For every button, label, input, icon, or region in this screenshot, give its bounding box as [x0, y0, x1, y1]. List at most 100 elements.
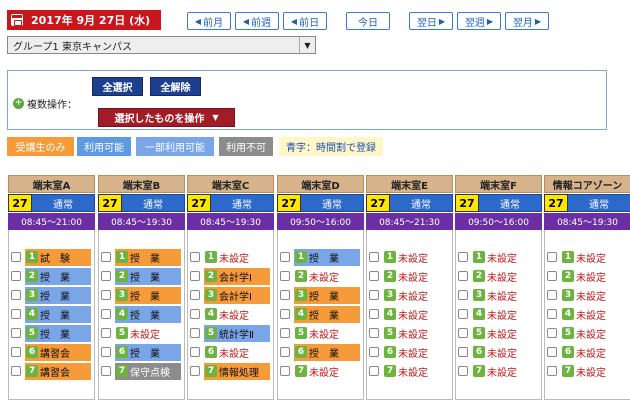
slot-entry[interactable]: 3授 業 [25, 286, 91, 304]
slot-checkbox[interactable] [11, 252, 21, 262]
deselect-all-button[interactable]: 全解除 [150, 77, 201, 96]
slot-entry[interactable]: 2 未設定 [472, 268, 521, 285]
slot-checkbox[interactable] [547, 347, 557, 357]
slot-entry[interactable]: 3授 業 [294, 286, 360, 304]
slot-checkbox[interactable] [280, 252, 290, 262]
room-name[interactable]: 端末室B [98, 175, 185, 193]
slot-checkbox[interactable] [190, 328, 200, 338]
slot-checkbox[interactable] [458, 271, 468, 281]
next-day-button[interactable]: 翌日 ▶ [409, 12, 453, 30]
slot-entry[interactable]: 5 未設定 [561, 325, 610, 342]
slot-entry[interactable]: 7 未設定 [383, 363, 432, 380]
slot-entry[interactable]: 6 講習会 [25, 343, 91, 361]
room-type[interactable]: 通常 [211, 194, 274, 212]
slot-checkbox[interactable] [190, 366, 200, 376]
slot-checkbox[interactable] [190, 309, 200, 319]
slot-entry[interactable]: 4 未設定 [472, 306, 521, 323]
prev-month-button[interactable]: ◀ 前月 [187, 12, 231, 30]
group-select[interactable]: グループ1 東京キャンパス ▼ [7, 36, 316, 54]
operate-selected-button[interactable]: 選択したものを操作 ▼ [98, 108, 235, 127]
slot-entry[interactable]: 6授 業 [294, 343, 360, 361]
room-name[interactable]: 端末室D [277, 175, 364, 193]
slot-entry[interactable]: 2 未設定 [383, 268, 432, 285]
slot-entry[interactable]: 5 未設定 [472, 325, 521, 342]
slot-entry[interactable]: 6授 業 [115, 343, 181, 361]
slot-entry[interactable]: 4 未設定 [204, 306, 253, 323]
slot-checkbox[interactable] [11, 271, 21, 281]
slot-checkbox[interactable] [101, 271, 111, 281]
slot-checkbox[interactable] [280, 347, 290, 357]
slot-entry[interactable]: 4授 業 [25, 305, 91, 323]
next-week-button[interactable]: 翌週 ▶ [457, 12, 501, 30]
next-month-button[interactable]: 翌月 ▶ [505, 12, 549, 30]
slot-entry[interactable]: 5 未設定 [115, 325, 164, 342]
slot-entry[interactable]: 3 未設定 [472, 287, 521, 304]
slot-checkbox[interactable] [547, 290, 557, 300]
slot-entry[interactable]: 2 未設定 [561, 268, 610, 285]
slot-checkbox[interactable] [101, 328, 111, 338]
room-name[interactable]: 端末室C [187, 175, 274, 193]
slot-checkbox[interactable] [458, 328, 468, 338]
slot-entry[interactable]: 1 未設定 [204, 249, 253, 266]
slot-checkbox[interactable] [101, 366, 111, 376]
slot-entry[interactable]: 6 未設定 [383, 344, 432, 361]
slot-checkbox[interactable] [11, 309, 21, 319]
slot-checkbox[interactable] [369, 366, 379, 376]
room-type[interactable]: 通常 [301, 194, 364, 212]
slot-checkbox[interactable] [280, 328, 290, 338]
slot-entry[interactable]: 7 未設定 [561, 363, 610, 380]
plus-circle-icon[interactable]: + [13, 98, 24, 109]
slot-entry[interactable]: 4授 業 [115, 305, 181, 323]
slot-checkbox[interactable] [280, 271, 290, 281]
slot-entry[interactable]: 1試 験 [25, 248, 91, 266]
slot-entry[interactable]: 7 保守点検 [115, 362, 181, 380]
slot-entry[interactable]: 2 未設定 [294, 268, 343, 285]
slot-checkbox[interactable] [190, 290, 200, 300]
today-button[interactable]: 今日 [346, 12, 390, 30]
slot-checkbox[interactable] [369, 347, 379, 357]
slot-checkbox[interactable] [101, 252, 111, 262]
slot-checkbox[interactable] [11, 366, 21, 376]
slot-checkbox[interactable] [101, 347, 111, 357]
slot-checkbox[interactable] [101, 309, 111, 319]
slot-entry[interactable]: 4 未設定 [561, 306, 610, 323]
slot-entry[interactable]: 5授 業 [25, 324, 91, 342]
slot-checkbox[interactable] [369, 252, 379, 262]
slot-checkbox[interactable] [458, 290, 468, 300]
slot-checkbox[interactable] [547, 309, 557, 319]
slot-entry[interactable]: 5 未設定 [383, 325, 432, 342]
slot-entry[interactable]: 3 未設定 [561, 287, 610, 304]
slot-entry[interactable]: 1授 業 [115, 248, 181, 266]
slot-entry[interactable]: 7 講習会 [25, 362, 91, 380]
room-name[interactable]: 端末室A [8, 175, 95, 193]
slot-checkbox[interactable] [280, 309, 290, 319]
room-type[interactable]: 通常 [32, 194, 95, 212]
slot-entry[interactable]: 2授 業 [115, 267, 181, 285]
slot-entry[interactable]: 1 未設定 [383, 249, 432, 266]
slot-checkbox[interactable] [190, 271, 200, 281]
slot-checkbox[interactable] [547, 366, 557, 376]
slot-entry[interactable]: 2授 業 [25, 267, 91, 285]
slot-checkbox[interactable] [369, 290, 379, 300]
room-name[interactable]: 情報コアゾーン [544, 175, 630, 193]
slot-checkbox[interactable] [11, 347, 21, 357]
slot-checkbox[interactable] [280, 366, 290, 376]
slot-entry[interactable]: 7 情報処理 [204, 362, 270, 380]
slot-entry[interactable]: 1 未設定 [472, 249, 521, 266]
select-all-button[interactable]: 全選択 [92, 77, 143, 96]
room-type[interactable]: 通常 [390, 194, 453, 212]
slot-entry[interactable]: 3 会計学Ⅰ [204, 286, 270, 304]
slot-checkbox[interactable] [369, 328, 379, 338]
slot-checkbox[interactable] [369, 309, 379, 319]
slot-entry[interactable]: 1 未設定 [561, 249, 610, 266]
slot-checkbox[interactable] [190, 252, 200, 262]
slot-entry[interactable]: 3 未設定 [383, 287, 432, 304]
room-name[interactable]: 端末室F [455, 175, 542, 193]
slot-entry[interactable]: 6 未設定 [561, 344, 610, 361]
slot-checkbox[interactable] [458, 347, 468, 357]
slot-entry[interactable]: 5 未設定 [294, 325, 343, 342]
slot-entry[interactable]: 4 未設定 [383, 306, 432, 323]
slot-entry[interactable]: 7 未設定 [294, 363, 343, 380]
slot-checkbox[interactable] [547, 271, 557, 281]
slot-entry[interactable]: 7 未設定 [472, 363, 521, 380]
